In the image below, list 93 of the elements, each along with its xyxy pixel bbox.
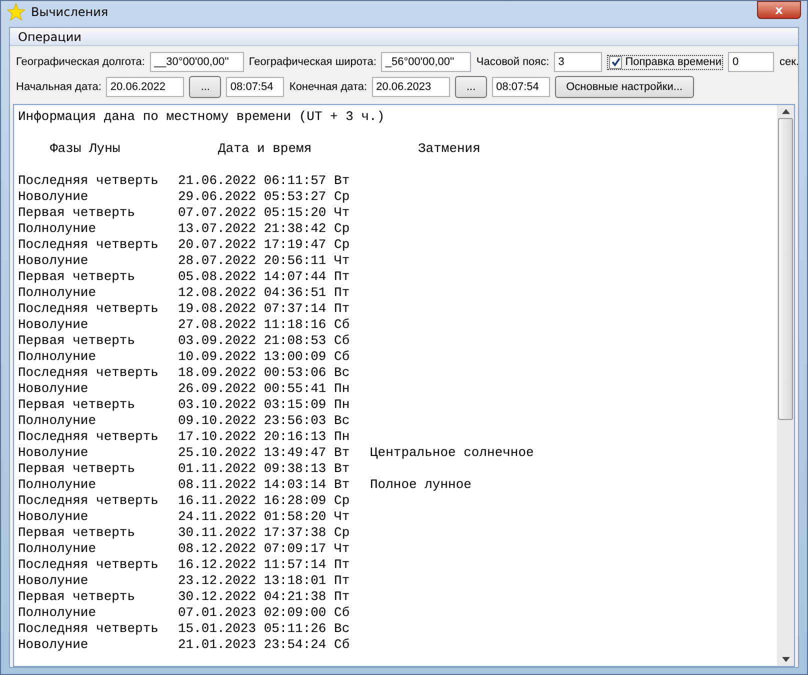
datetime-cell-text: 26.09.2022 00:55:41 Пн	[178, 381, 351, 397]
phase-cell-text: Последняя четверть	[18, 365, 160, 381]
datetime-cell-text: 30.12.2022 04:21:38 Пт	[178, 589, 351, 605]
datetime-cell-text: 07.01.2023 02:09:00 Сб	[178, 605, 351, 621]
datetime-cell-text: 29.06.2022 05:53:27 Ср	[178, 189, 351, 205]
time-field[interactable]: 08:07:54	[226, 77, 284, 97]
date-field[interactable]: 20.06.2023	[372, 77, 450, 97]
phase-cell-text: Полнолуние	[18, 221, 98, 237]
phase-cell-text: Последняя четверть	[18, 301, 160, 317]
correction-checkbox[interactable]: Поправка времени	[607, 54, 724, 70]
datetime-cell-text: 27.08.2022 11:18:16 Сб	[178, 317, 351, 333]
timezone-field[interactable]: 3	[554, 52, 602, 72]
datetime-cell-text: 17.10.2022 20:16:13 Пн	[178, 429, 351, 445]
datetime-cell-text: 09.10.2022 23:56:03 Вс	[178, 413, 351, 429]
datetime-cell-text: 13.07.2022 21:38:42 Ср	[178, 221, 351, 237]
datetime-cell-text: 12.08.2022 04:36:51 Пт	[178, 285, 351, 301]
datetime-cell-text: 25.10.2022 13:49:47 Вт	[178, 445, 351, 461]
phase-cell-text: Первая четверть	[18, 205, 136, 221]
field-label: Начальная дата:	[16, 81, 102, 93]
datetime-cell-text: 15.01.2023 05:11:26 Вс	[178, 621, 351, 637]
phase-cell-text: Новолуние	[18, 573, 90, 589]
datetime-cell-text: 16.11.2022 16:28:09 Ср	[178, 493, 351, 509]
phase-cell-text: Новолуние	[18, 381, 90, 397]
field-label: Конечная дата:	[289, 81, 368, 93]
datetime-cell-text: 21.01.2023 23:54:24 Сб	[178, 637, 351, 653]
phase-cell-text: Новолуние	[18, 445, 90, 461]
column-header: Затмения	[418, 141, 480, 157]
date-field[interactable]: 20.06.2022	[106, 77, 184, 97]
correction-field[interactable]: 0	[728, 52, 774, 72]
longitude-field[interactable]: __30°00'00,00''	[150, 52, 244, 72]
scroll-up-icon[interactable]	[782, 109, 790, 114]
datetime-cell-text: 03.10.2022 03:15:09 Пн	[178, 397, 351, 413]
phase-cell-text: Последняя четверть	[18, 557, 160, 573]
datetime-cell-text: 18.09.2022 00:53:06 Вс	[178, 365, 351, 381]
phase-cell-text: Полнолуние	[18, 285, 98, 301]
phase-cell-text: Полнолуние	[18, 349, 98, 365]
checkmark-icon	[610, 57, 621, 67]
phase-cell-text: Последняя четверть	[18, 493, 160, 509]
settings-button[interactable]: Основные настройки...	[555, 76, 694, 98]
info-text: Информация дана по местному времени (UT + 3 ч.)	[18, 109, 386, 125]
datetime-cell-text: 07.07.2022 05:15:20 Чт	[178, 205, 351, 221]
phase-cell-text: Новолуние	[18, 317, 90, 333]
latitude-field[interactable]: _56°00'00,00''	[381, 52, 472, 72]
datetime-cell-text: 20.07.2022 17:19:47 Ср	[178, 237, 351, 253]
phase-cell-text: Полнолуние	[18, 477, 98, 493]
datetime-cell-text: 05.08.2022 14:07:44 Пт	[178, 269, 351, 285]
unit-label: сек.	[779, 56, 799, 68]
phase-cell-text: Первая четверть	[18, 397, 136, 413]
phase-cell-text: Новолуние	[18, 253, 90, 269]
scroll-down-icon[interactable]	[782, 657, 790, 662]
field-label: Географическая долгота:	[16, 56, 145, 68]
phase-cell-text: Полнолуние	[18, 605, 98, 621]
datetime-cell-text: 28.07.2022 20:56:11 Чт	[178, 253, 351, 269]
datetime-cell-text: 30.11.2022 17:37:38 Ср	[178, 525, 351, 541]
phase-cell-text: Полнолуние	[18, 413, 98, 429]
date-picker-button[interactable]: ...	[455, 76, 488, 98]
phase-cell-text: Новолуние	[18, 637, 90, 653]
datetime-cell-text: 08.11.2022 14:03:14 Вт	[178, 477, 351, 493]
datetime-cell-text: 21.06.2022 06:11:57 Вт	[178, 173, 351, 189]
phase-cell-text: Первая четверть	[18, 333, 136, 349]
eclipse-cell: Полное лунное	[370, 477, 472, 493]
datetime-cell-text: 24.11.2022 01:58:20 Чт	[178, 509, 351, 525]
phase-cell-text: Новолуние	[18, 509, 90, 525]
datetime-cell-text: 16.12.2022 11:57:14 Пт	[178, 557, 351, 573]
datetime-cell-text: 23.12.2022 13:18:01 Пт	[178, 573, 351, 589]
phase-cell-text: Последняя четверть	[18, 621, 160, 637]
field-label: Географическая широта:	[248, 56, 376, 68]
vertical-scrollbar[interactable]	[777, 105, 794, 666]
column-header: Дата и время	[218, 141, 313, 157]
field-label: Часовой пояс:	[476, 56, 550, 68]
datetime-cell-text: 03.09.2022 21:08:53 Сб	[178, 333, 351, 349]
datetime-cell-text: 08.12.2022 07:09:17 Чт	[178, 541, 351, 557]
window-title: Вычисления	[31, 5, 108, 19]
menu-item[interactable]: Операции	[14, 30, 86, 44]
datetime-cell-text: 19.08.2022 07:37:14 Пт	[178, 301, 351, 317]
datetime-cell-text: 10.09.2022 13:00:09 Сб	[178, 349, 351, 365]
star-icon	[7, 3, 25, 21]
phase-cell-text: Первая четверть	[18, 589, 136, 605]
phase-cell-text: Первая четверть	[18, 269, 136, 285]
phase-cell-text: Последняя четверть	[18, 237, 160, 253]
phase-cell-text: Последняя четверть	[18, 173, 160, 189]
phase-cell-text: Первая четверть	[18, 461, 136, 477]
scroll-thumb[interactable]	[778, 118, 793, 420]
phase-cell-text: Последняя четверть	[18, 429, 160, 445]
date-picker-button[interactable]: ...	[189, 76, 222, 98]
phase-cell-text: Первая четверть	[18, 525, 136, 541]
eclipse-cell: Центральное солнечное	[370, 445, 534, 461]
column-header: Фазы Луны	[50, 141, 122, 157]
phase-cell-text: Полнолуние	[18, 541, 98, 557]
close-button[interactable]: x	[757, 1, 801, 19]
time-field[interactable]: 08:07:54	[492, 77, 550, 97]
datetime-cell-text: 01.11.2022 09:38:13 Вт	[178, 461, 351, 477]
phase-cell-text: Новолуние	[18, 189, 90, 205]
